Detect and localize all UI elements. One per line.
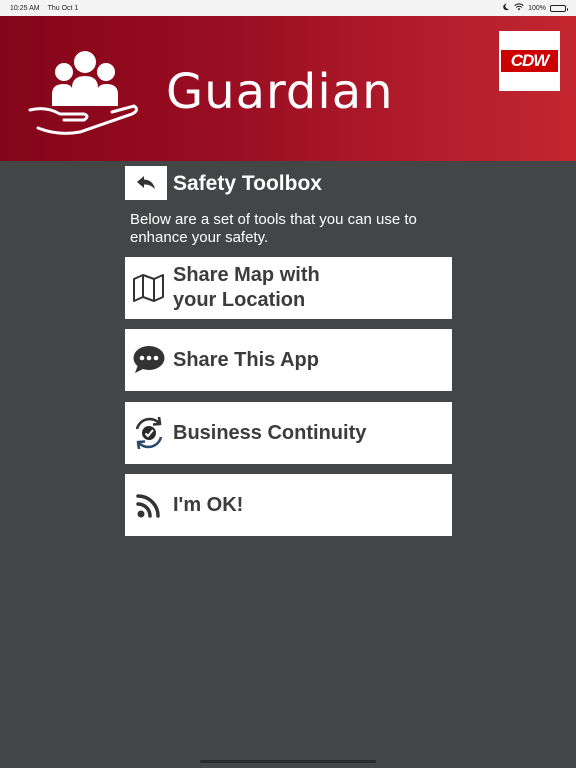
map-icon	[131, 270, 167, 306]
home-indicator[interactable]	[200, 760, 376, 763]
share-app-button[interactable]: Share This App	[125, 329, 452, 391]
wifi-icon	[514, 3, 524, 13]
page-title: Safety Toolbox	[173, 172, 322, 195]
share-app-label: Share This App	[173, 348, 319, 371]
guardian-hand-people-icon	[28, 51, 139, 135]
back-button[interactable]	[125, 166, 167, 200]
im-ok-label: I'm OK!	[173, 493, 244, 516]
app-banner: Guardian CDW	[0, 16, 576, 161]
page-description: Below are a set of tools that you can us…	[130, 211, 417, 246]
sync-check-icon	[131, 415, 167, 451]
app-title: Guardian	[166, 64, 394, 120]
moon-icon	[502, 3, 510, 13]
status-indicators: 100%	[502, 3, 568, 13]
cdw-logo-text: CDW	[501, 50, 558, 72]
rss-icon	[131, 487, 167, 523]
status-time: 10:25 AM	[10, 4, 40, 12]
chat-bubble-icon	[131, 342, 167, 378]
share-map-button[interactable]: Share Map with your Location	[125, 257, 452, 319]
cdw-logo: CDW	[499, 31, 560, 91]
battery-icon	[550, 4, 568, 12]
business-continuity-label: Business Continuity	[173, 421, 367, 444]
im-ok-button[interactable]: I'm OK!	[125, 474, 452, 536]
status-date: Thu Oct 1	[47, 4, 79, 12]
share-map-label: Share Map with your Location	[173, 264, 320, 311]
battery-percent: 100%	[528, 4, 546, 12]
business-continuity-button[interactable]: Business Continuity	[125, 402, 452, 464]
status-bar: 10:25 AM Thu Oct 1 100%	[0, 0, 576, 16]
back-arrow-icon	[137, 176, 155, 189]
